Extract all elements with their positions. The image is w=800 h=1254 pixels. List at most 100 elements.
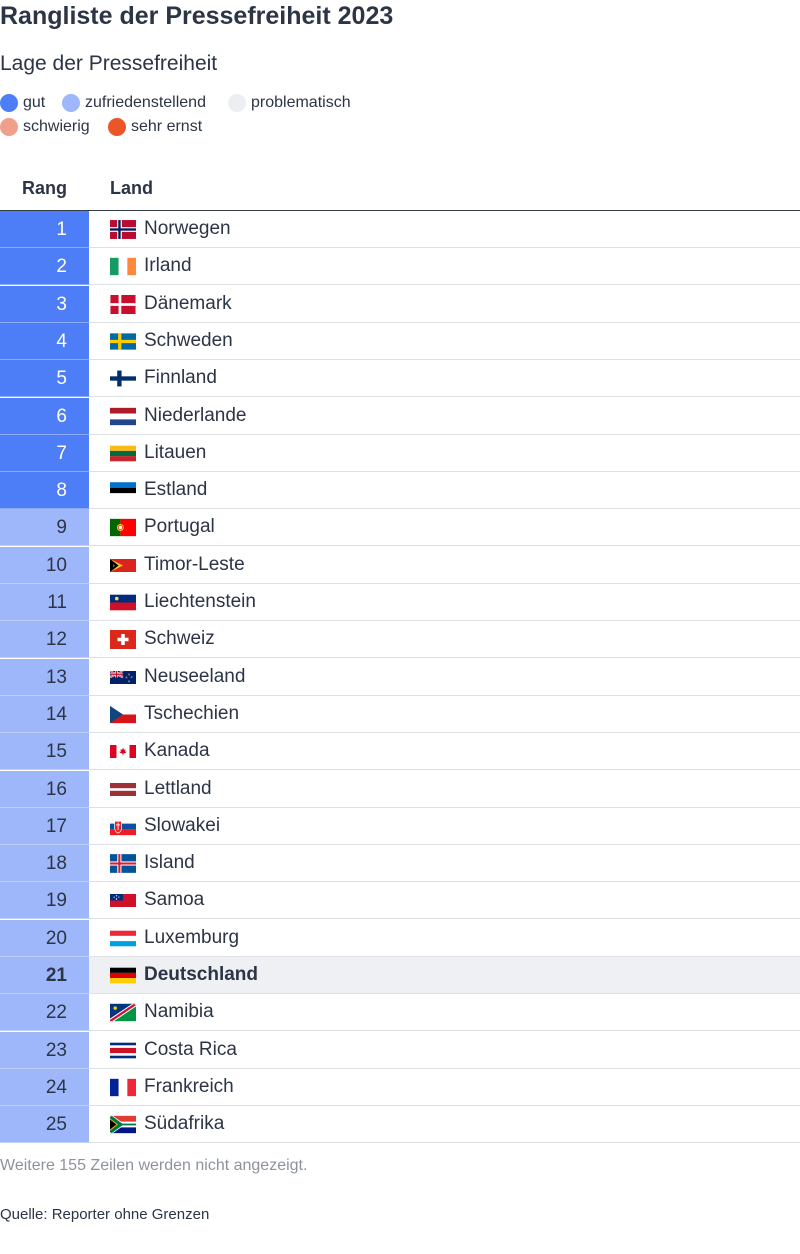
table-row-highlighted: 21 Deutschland [0,957,800,994]
legend-item-problematisch: problematisch [228,94,351,112]
ca-flag-icon [110,742,136,761]
rank-value: 12 [45,629,67,651]
rank-cell: 5 [0,360,89,398]
country-name: Schweden [144,329,233,351]
country-cell: Luxemburg [89,920,800,957]
country-cell: Irland [89,248,800,286]
rank-value: 5 [56,368,67,390]
country-name: Frankreich [144,1075,234,1097]
rank-value: 23 [45,1039,67,1061]
ie-flag-icon [110,257,136,276]
country-cell: Niederlande [89,398,800,435]
country-cell: Estland [89,472,800,510]
country-cell: Litauen [89,435,800,472]
column-header-country[interactable]: Land [110,178,153,199]
de-flag-icon [110,966,136,985]
rank-cell: 23 [0,1031,89,1069]
rank-cell: 16 [0,770,89,808]
legend-item-gut: gut [0,94,45,112]
country-name: Schweiz [144,628,215,650]
country-name: Lettland [144,777,212,799]
table-row: 2 Irland [0,248,800,286]
country-name: Timor-Leste [144,553,245,575]
rank-cell: 11 [0,584,89,621]
sk-flag-icon [110,817,136,836]
rank-value: 19 [45,890,67,912]
lt-flag-icon [110,444,136,463]
legend-label: problematisch [251,94,351,111]
country-name: Luxemburg [144,926,240,948]
li-flag-icon [110,593,136,612]
country-cell: Slowakei [89,808,800,845]
chart-title: Rangliste der Pressefreiheit 2023 [0,2,394,30]
country-name: Costa Rica [144,1038,237,1060]
country-name: Slowakei [144,814,221,836]
legend-swatch [108,118,126,136]
table-row: 10 Timor-Leste [0,546,800,584]
lv-flag-icon [110,780,136,799]
rank-value: 1 [56,219,67,240]
dk-flag-icon [110,294,136,314]
legend-swatch [228,94,246,112]
table-row: 5 Finnland [0,360,800,398]
lu-flag-icon [110,929,136,948]
cz-flag-icon [110,705,136,724]
country-name: Liechtenstein [144,591,256,612]
ws-flag-icon [110,891,136,910]
is-flag-icon [110,854,136,873]
za-flag-icon [110,1115,136,1134]
rank-cell: 20 [0,919,89,957]
tl-flag-icon [110,556,136,575]
country-cell: Dänemark [89,286,800,323]
rank-cell: 18 [0,845,89,883]
legend-swatch [62,94,80,112]
table-row: 12 Schweiz [0,621,800,659]
rank-value: 13 [45,666,67,688]
nl-flag-icon [110,407,136,426]
chart-subtitle: Lage der Pressefreiheit [0,52,218,75]
rank-value: 22 [45,1002,67,1024]
rank-cell: 25 [0,1106,89,1144]
ee-flag-icon [110,481,136,500]
fr-flag-icon [110,1078,136,1097]
rank-value: 4 [56,330,67,352]
country-name: Irland [144,255,192,277]
table-row: 14 Tschechien [0,695,800,733]
legend-swatch [0,94,18,112]
se-flag-icon [110,332,136,351]
column-header-rank[interactable]: Rang [22,178,67,199]
country-name: Neuseeland [144,665,246,687]
country-name: Litauen [144,441,207,463]
rank-cell: 3 [0,285,89,323]
rank-value: 15 [45,741,67,763]
ch-flag-icon [110,630,136,650]
country-name: Namibia [144,1001,214,1023]
country-cell: Namibia [89,994,800,1032]
more-rows-note: Weitere 155 Zeilen werden nicht angezeig… [0,1157,308,1174]
table-row: 17 Slowakei [0,807,800,845]
rank-cell: 14 [0,695,89,733]
table-row: 23 Costa Rica [0,1031,800,1069]
table-row: 3 Dänemark [0,285,800,323]
country-name: Samoa [144,889,205,911]
rank-cell: 13 [0,658,89,696]
table-row: 13 Neuseeland [0,658,800,696]
rank-value: 14 [45,703,67,725]
no-flag-icon [110,220,136,239]
rank-value: 2 [56,256,67,278]
table-row: 6 Niederlande [0,397,800,435]
table-row: 25 Südafrika [0,1106,800,1144]
rank-value: 25 [45,1114,67,1136]
rank-cell: 17 [0,807,89,845]
country-cell: Kanada [89,733,800,771]
rank-cell: 15 [0,733,89,771]
table-row: 24 Frankreich [0,1068,800,1106]
legend-label: schwierig [23,118,90,135]
country-cell: Schweiz [89,621,800,659]
rank-cell: 22 [0,994,89,1032]
country-name: Norwegen [144,218,231,239]
table-row: 20 Luxemburg [0,919,800,957]
rank-cell: 6 [0,397,89,435]
country-cell: Liechtenstein [89,584,800,621]
rank-value: 21 [45,965,67,986]
